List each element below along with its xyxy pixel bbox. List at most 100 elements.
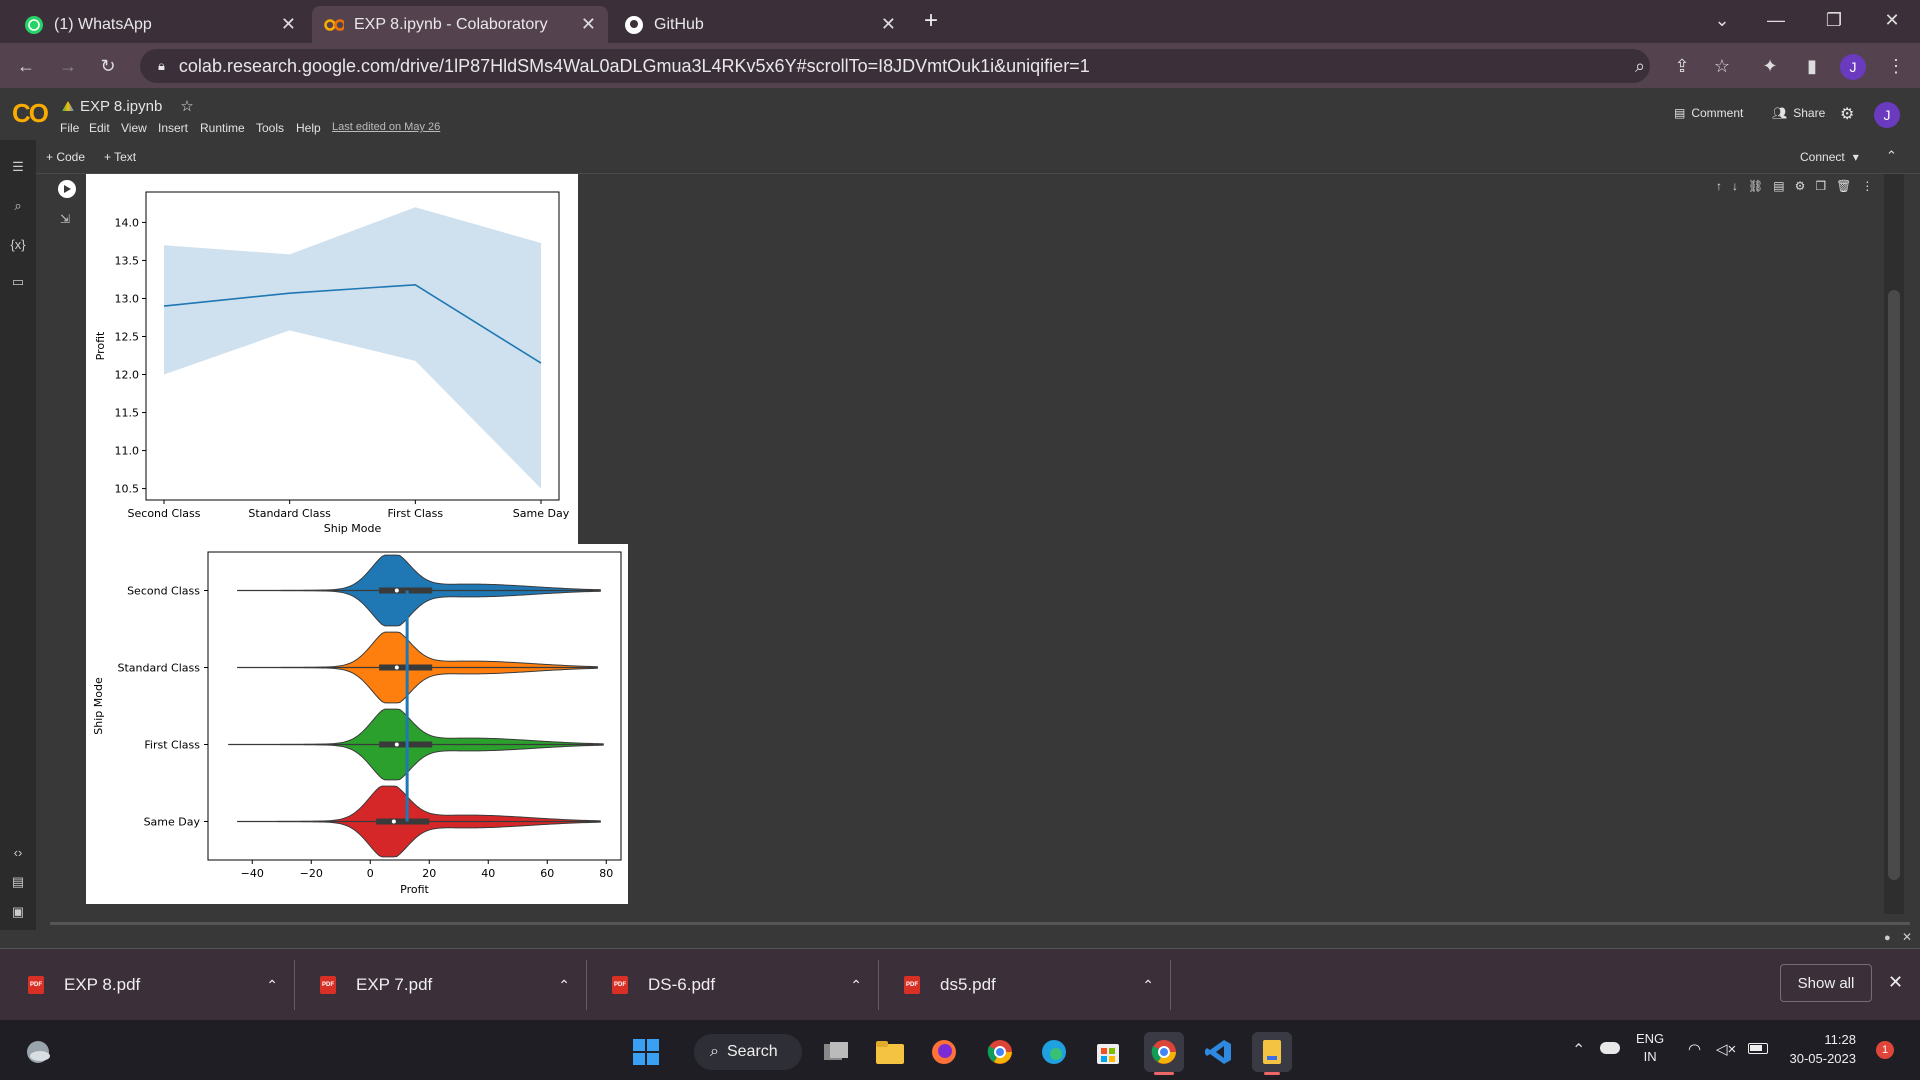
chevron-up-icon[interactable]: ⌃ (266, 977, 278, 994)
x-tick-label: 20 (422, 867, 436, 880)
close-downloads-icon[interactable]: ✕ (1888, 972, 1903, 993)
colab-header (0, 88, 1920, 140)
terminal-icon[interactable]: ▣ (8, 902, 28, 922)
chrome-icon[interactable] (980, 1032, 1020, 1072)
file-app-icon[interactable] (1252, 1032, 1292, 1072)
reload-icon[interactable]: ↻ (92, 50, 124, 82)
taskbar-search[interactable]: ⌕ Search (694, 1034, 802, 1070)
show-all-downloads-button[interactable]: Show all (1780, 964, 1872, 1002)
forward-icon[interactable]: → (52, 50, 84, 82)
chevron-up-icon[interactable]: ⌃ (1142, 977, 1154, 994)
github-icon (624, 15, 644, 35)
side-panel-icon[interactable]: ▮ (1796, 50, 1828, 82)
close-tab-icon[interactable]: ✕ (881, 14, 896, 35)
edge-icon[interactable] (1034, 1032, 1074, 1072)
share-page-icon[interactable]: ⇪ (1666, 50, 1698, 82)
files-folder-icon[interactable]: ▭ (8, 272, 28, 292)
search-icon[interactable]: ⌕ (8, 196, 28, 216)
notebook-title[interactable]: EXP 8.ipynb (80, 98, 162, 115)
tray-chevron-up-icon[interactable]: ⌃ (1572, 1040, 1585, 1060)
download-item[interactable]: PDF EXP 8.pdf ⌃ (28, 960, 278, 1010)
collapse-header-icon[interactable]: ⌃ (1886, 148, 1897, 164)
task-view-icon[interactable] (816, 1032, 856, 1072)
chevron-up-icon[interactable]: ⌃ (850, 977, 862, 994)
share-button[interactable]: 👥︎ Share (1772, 106, 1825, 120)
close-tab-icon[interactable]: ✕ (581, 14, 596, 35)
download-item[interactable]: PDF EXP 7.pdf ⌃ (320, 960, 570, 1010)
restore-button[interactable]: ❐ (1806, 0, 1862, 40)
x-axis-label: Profit (400, 883, 429, 896)
file-explorer-icon[interactable] (870, 1032, 910, 1072)
move-up-icon[interactable]: ↑ (1716, 179, 1722, 193)
language-indicator[interactable]: ENG IN (1636, 1030, 1664, 1066)
more-options-icon[interactable]: ⋮ (1861, 179, 1873, 193)
chevron-up-icon[interactable]: ⌃ (558, 977, 570, 994)
x-tick-label: 40 (481, 867, 495, 880)
colab-logo[interactable]: CO (12, 98, 49, 129)
comment-button[interactable]: ▤ Comment (1674, 106, 1743, 120)
colab-icon (324, 15, 344, 35)
address-bar[interactable]: 🔒︎ colab.research.google.com/drive/1lP87… (140, 49, 1650, 83)
settings-gear-icon[interactable]: ⚙ (1840, 104, 1854, 124)
notification-badge[interactable]: 1 (1876, 1041, 1894, 1059)
output-actions-icon[interactable]: ⇲ (60, 212, 70, 226)
search-icon: ⌕ (710, 1043, 719, 1060)
delete-cell-icon[interactable]: 🗑︎ (1836, 179, 1851, 193)
onedrive-cloud-icon[interactable] (1600, 1042, 1620, 1054)
scrollbar-thumb[interactable] (1888, 290, 1900, 880)
add-code-button[interactable]: + Code (46, 150, 85, 164)
store-icon[interactable] (1088, 1032, 1128, 1072)
volume-muted-icon[interactable]: ◁× (1716, 1040, 1736, 1058)
code-snippets-icon[interactable]: ‹› (8, 842, 28, 862)
menu-insert[interactable]: Insert (158, 121, 188, 135)
command-palette-icon[interactable]: ▤ (8, 872, 28, 892)
x-tick-label: Standard Class (248, 507, 331, 520)
menu-edit[interactable]: Edit (89, 121, 110, 135)
table-of-contents-icon[interactable]: ☰ (8, 157, 28, 177)
tab-whatsapp[interactable]: (1) WhatsApp ✕ (12, 6, 308, 43)
cell-settings-icon[interactable]: ⚙ (1795, 179, 1806, 193)
tab-colab[interactable]: EXP 8.ipynb - Colaboratory ✕ (312, 6, 608, 43)
menu-view[interactable]: View (121, 121, 147, 135)
move-down-icon[interactable]: ↓ (1732, 179, 1738, 193)
variables-icon[interactable]: {x} (8, 234, 28, 254)
wifi-icon[interactable]: ◠ (1688, 1040, 1701, 1058)
vscode-icon[interactable] (1198, 1032, 1238, 1072)
connect-button[interactable]: Connect ▾ (1800, 150, 1859, 164)
menu-tools[interactable]: Tools (256, 121, 284, 135)
weather-icon[interactable] (18, 1032, 58, 1072)
back-icon[interactable]: ← (10, 50, 42, 82)
browser-menu-icon[interactable]: ⋮ (1880, 50, 1912, 82)
menu-help[interactable]: Help (296, 121, 321, 135)
menu-runtime[interactable]: Runtime (200, 121, 245, 135)
tab-github[interactable]: GitHub ✕ (612, 6, 908, 43)
bookmark-star-icon[interactable]: ☆ (1706, 50, 1738, 82)
battery-icon[interactable] (1748, 1043, 1768, 1054)
extensions-icon[interactable]: ✦ (1754, 50, 1786, 82)
menu-file[interactable]: File (60, 121, 79, 135)
new-tab-button[interactable]: + (924, 6, 948, 36)
close-tab-icon[interactable]: ✕ (281, 14, 296, 35)
last-edited-link[interactable]: Last edited on May 26 (332, 121, 440, 133)
chrome-active-icon[interactable] (1144, 1032, 1184, 1072)
close-window-button[interactable]: ✕ (1864, 0, 1920, 40)
star-icon[interactable]: ☆ (180, 97, 193, 115)
x-tick-label: −40 (241, 867, 264, 880)
comment-cell-icon[interactable]: ▤ (1773, 179, 1784, 193)
download-item[interactable]: PDF DS-6.pdf ⌃ (612, 960, 862, 1010)
zoom-icon[interactable]: ⌕ (1626, 50, 1654, 82)
run-cell-button[interactable] (58, 180, 76, 198)
download-item[interactable]: PDF ds5.pdf ⌃ (904, 960, 1154, 1010)
clock[interactable]: 11:28 30-05-2023 (1786, 1030, 1857, 1068)
x-tick-label: First Class (388, 507, 444, 520)
mirror-cell-icon[interactable]: ❐ (1815, 179, 1826, 193)
close-status-icon[interactable]: ✕ (1902, 930, 1912, 944)
add-text-button[interactable]: + Text (104, 150, 136, 164)
link-icon[interactable]: ⛓︎ (1748, 179, 1763, 193)
windows-start-icon[interactable] (626, 1032, 666, 1072)
firefox-icon[interactable] (924, 1032, 964, 1072)
colab-avatar[interactable]: J (1874, 102, 1900, 128)
minimize-button[interactable]: — (1748, 0, 1804, 40)
profile-avatar[interactable]: J (1840, 54, 1866, 80)
tab-search-icon[interactable]: ⌄ (1694, 0, 1750, 40)
